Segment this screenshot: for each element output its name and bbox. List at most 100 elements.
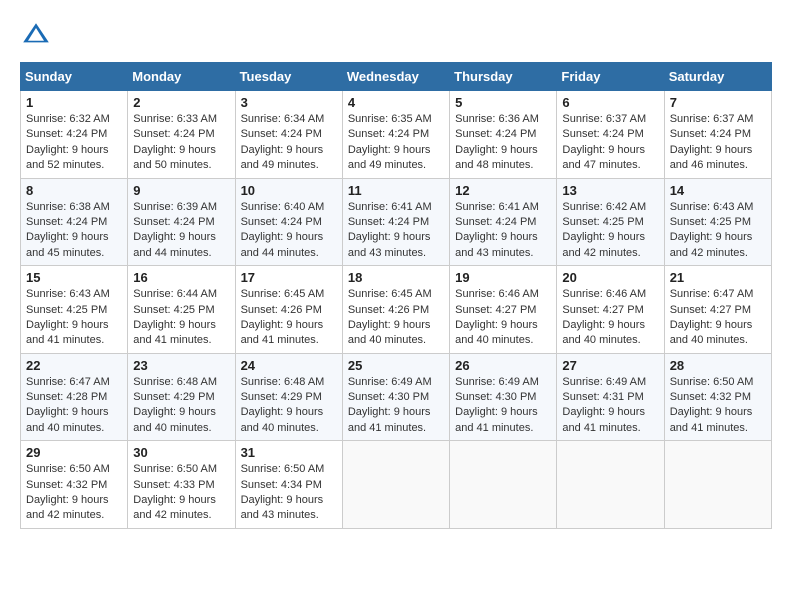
day-number: 11 bbox=[348, 183, 444, 198]
daylight-label: Daylight: 9 hours and 49 minutes. bbox=[348, 144, 431, 171]
sunrise-label: Sunrise: 6:33 AM bbox=[133, 113, 217, 125]
day-number: 29 bbox=[26, 445, 122, 460]
calendar-cell: 5 Sunrise: 6:36 AM Sunset: 4:24 PM Dayli… bbox=[450, 91, 557, 179]
week-row: 8 Sunrise: 6:38 AM Sunset: 4:24 PM Dayli… bbox=[21, 178, 772, 266]
sunset-label: Sunset: 4:30 PM bbox=[455, 391, 536, 403]
sunset-label: Sunset: 4:27 PM bbox=[562, 304, 643, 316]
calendar-cell: 27 Sunrise: 6:49 AM Sunset: 4:31 PM Dayl… bbox=[557, 353, 664, 441]
day-info: Sunrise: 6:41 AM Sunset: 4:24 PM Dayligh… bbox=[455, 200, 551, 262]
sunset-label: Sunset: 4:29 PM bbox=[133, 391, 214, 403]
daylight-label: Daylight: 9 hours and 42 minutes. bbox=[670, 231, 753, 258]
sunset-label: Sunset: 4:24 PM bbox=[670, 128, 751, 140]
sunrise-label: Sunrise: 6:47 AM bbox=[26, 376, 110, 388]
daylight-label: Daylight: 9 hours and 41 minutes. bbox=[348, 406, 431, 433]
day-info: Sunrise: 6:46 AM Sunset: 4:27 PM Dayligh… bbox=[562, 287, 658, 349]
daylight-label: Daylight: 9 hours and 40 minutes. bbox=[348, 319, 431, 346]
sunrise-label: Sunrise: 6:50 AM bbox=[241, 463, 325, 475]
sunset-label: Sunset: 4:31 PM bbox=[562, 391, 643, 403]
calendar-cell: 17 Sunrise: 6:45 AM Sunset: 4:26 PM Dayl… bbox=[235, 266, 342, 354]
calendar-cell: 12 Sunrise: 6:41 AM Sunset: 4:24 PM Dayl… bbox=[450, 178, 557, 266]
sunset-label: Sunset: 4:24 PM bbox=[348, 216, 429, 228]
calendar-cell: 19 Sunrise: 6:46 AM Sunset: 4:27 PM Dayl… bbox=[450, 266, 557, 354]
sunrise-label: Sunrise: 6:49 AM bbox=[562, 376, 646, 388]
day-number: 23 bbox=[133, 358, 229, 373]
calendar-cell: 21 Sunrise: 6:47 AM Sunset: 4:27 PM Dayl… bbox=[664, 266, 771, 354]
calendar-cell: 24 Sunrise: 6:48 AM Sunset: 4:29 PM Dayl… bbox=[235, 353, 342, 441]
sunset-label: Sunset: 4:28 PM bbox=[26, 391, 107, 403]
day-info: Sunrise: 6:50 AM Sunset: 4:32 PM Dayligh… bbox=[670, 375, 766, 437]
calendar-cell: 23 Sunrise: 6:48 AM Sunset: 4:29 PM Dayl… bbox=[128, 353, 235, 441]
daylight-label: Daylight: 9 hours and 40 minutes. bbox=[133, 406, 216, 433]
day-info: Sunrise: 6:32 AM Sunset: 4:24 PM Dayligh… bbox=[26, 112, 122, 174]
calendar-cell bbox=[342, 441, 449, 529]
day-number: 6 bbox=[562, 95, 658, 110]
calendar-cell: 11 Sunrise: 6:41 AM Sunset: 4:24 PM Dayl… bbox=[342, 178, 449, 266]
daylight-label: Daylight: 9 hours and 42 minutes. bbox=[562, 231, 645, 258]
header-row: SundayMondayTuesdayWednesdayThursdayFrid… bbox=[21, 63, 772, 91]
daylight-label: Daylight: 9 hours and 41 minutes. bbox=[455, 406, 538, 433]
week-row: 15 Sunrise: 6:43 AM Sunset: 4:25 PM Dayl… bbox=[21, 266, 772, 354]
day-number: 3 bbox=[241, 95, 337, 110]
day-info: Sunrise: 6:45 AM Sunset: 4:26 PM Dayligh… bbox=[241, 287, 337, 349]
calendar-cell: 6 Sunrise: 6:37 AM Sunset: 4:24 PM Dayli… bbox=[557, 91, 664, 179]
sunrise-label: Sunrise: 6:32 AM bbox=[26, 113, 110, 125]
sunset-label: Sunset: 4:27 PM bbox=[455, 304, 536, 316]
sunset-label: Sunset: 4:24 PM bbox=[26, 216, 107, 228]
daylight-label: Daylight: 9 hours and 42 minutes. bbox=[133, 494, 216, 521]
sunrise-label: Sunrise: 6:35 AM bbox=[348, 113, 432, 125]
day-number: 27 bbox=[562, 358, 658, 373]
day-number: 8 bbox=[26, 183, 122, 198]
calendar-cell bbox=[664, 441, 771, 529]
day-info: Sunrise: 6:48 AM Sunset: 4:29 PM Dayligh… bbox=[133, 375, 229, 437]
sunrise-label: Sunrise: 6:38 AM bbox=[26, 201, 110, 213]
daylight-label: Daylight: 9 hours and 47 minutes. bbox=[562, 144, 645, 171]
day-info: Sunrise: 6:50 AM Sunset: 4:32 PM Dayligh… bbox=[26, 462, 122, 524]
calendar-cell: 31 Sunrise: 6:50 AM Sunset: 4:34 PM Dayl… bbox=[235, 441, 342, 529]
sunset-label: Sunset: 4:24 PM bbox=[133, 216, 214, 228]
sunset-label: Sunset: 4:24 PM bbox=[348, 128, 429, 140]
day-info: Sunrise: 6:37 AM Sunset: 4:24 PM Dayligh… bbox=[562, 112, 658, 174]
day-info: Sunrise: 6:35 AM Sunset: 4:24 PM Dayligh… bbox=[348, 112, 444, 174]
day-number: 1 bbox=[26, 95, 122, 110]
day-info: Sunrise: 6:45 AM Sunset: 4:26 PM Dayligh… bbox=[348, 287, 444, 349]
sunset-label: Sunset: 4:26 PM bbox=[241, 304, 322, 316]
daylight-label: Daylight: 9 hours and 41 minutes. bbox=[670, 406, 753, 433]
day-number: 15 bbox=[26, 270, 122, 285]
calendar-cell: 28 Sunrise: 6:50 AM Sunset: 4:32 PM Dayl… bbox=[664, 353, 771, 441]
sunset-label: Sunset: 4:26 PM bbox=[348, 304, 429, 316]
sunset-label: Sunset: 4:27 PM bbox=[670, 304, 751, 316]
daylight-label: Daylight: 9 hours and 46 minutes. bbox=[670, 144, 753, 171]
day-number: 20 bbox=[562, 270, 658, 285]
day-number: 22 bbox=[26, 358, 122, 373]
daylight-label: Daylight: 9 hours and 44 minutes. bbox=[241, 231, 324, 258]
day-info: Sunrise: 6:48 AM Sunset: 4:29 PM Dayligh… bbox=[241, 375, 337, 437]
sunset-label: Sunset: 4:24 PM bbox=[455, 216, 536, 228]
calendar-cell: 7 Sunrise: 6:37 AM Sunset: 4:24 PM Dayli… bbox=[664, 91, 771, 179]
day-number: 30 bbox=[133, 445, 229, 460]
sunset-label: Sunset: 4:24 PM bbox=[455, 128, 536, 140]
sunrise-label: Sunrise: 6:45 AM bbox=[241, 288, 325, 300]
day-number: 4 bbox=[348, 95, 444, 110]
sunset-label: Sunset: 4:24 PM bbox=[26, 128, 107, 140]
sunrise-label: Sunrise: 6:49 AM bbox=[348, 376, 432, 388]
calendar-cell: 13 Sunrise: 6:42 AM Sunset: 4:25 PM Dayl… bbox=[557, 178, 664, 266]
calendar-table: SundayMondayTuesdayWednesdayThursdayFrid… bbox=[20, 62, 772, 529]
day-info: Sunrise: 6:49 AM Sunset: 4:31 PM Dayligh… bbox=[562, 375, 658, 437]
sunset-label: Sunset: 4:24 PM bbox=[241, 128, 322, 140]
sunset-label: Sunset: 4:25 PM bbox=[670, 216, 751, 228]
calendar-cell: 20 Sunrise: 6:46 AM Sunset: 4:27 PM Dayl… bbox=[557, 266, 664, 354]
day-number: 16 bbox=[133, 270, 229, 285]
day-number: 21 bbox=[670, 270, 766, 285]
day-number: 18 bbox=[348, 270, 444, 285]
day-info: Sunrise: 6:49 AM Sunset: 4:30 PM Dayligh… bbox=[455, 375, 551, 437]
calendar-cell: 25 Sunrise: 6:49 AM Sunset: 4:30 PM Dayl… bbox=[342, 353, 449, 441]
daylight-label: Daylight: 9 hours and 40 minutes. bbox=[562, 319, 645, 346]
daylight-label: Daylight: 9 hours and 45 minutes. bbox=[26, 231, 109, 258]
sunset-label: Sunset: 4:30 PM bbox=[348, 391, 429, 403]
day-number: 17 bbox=[241, 270, 337, 285]
sunrise-label: Sunrise: 6:49 AM bbox=[455, 376, 539, 388]
daylight-label: Daylight: 9 hours and 48 minutes. bbox=[455, 144, 538, 171]
page-header bbox=[20, 20, 772, 52]
day-info: Sunrise: 6:40 AM Sunset: 4:24 PM Dayligh… bbox=[241, 200, 337, 262]
calendar-cell: 3 Sunrise: 6:34 AM Sunset: 4:24 PM Dayli… bbox=[235, 91, 342, 179]
